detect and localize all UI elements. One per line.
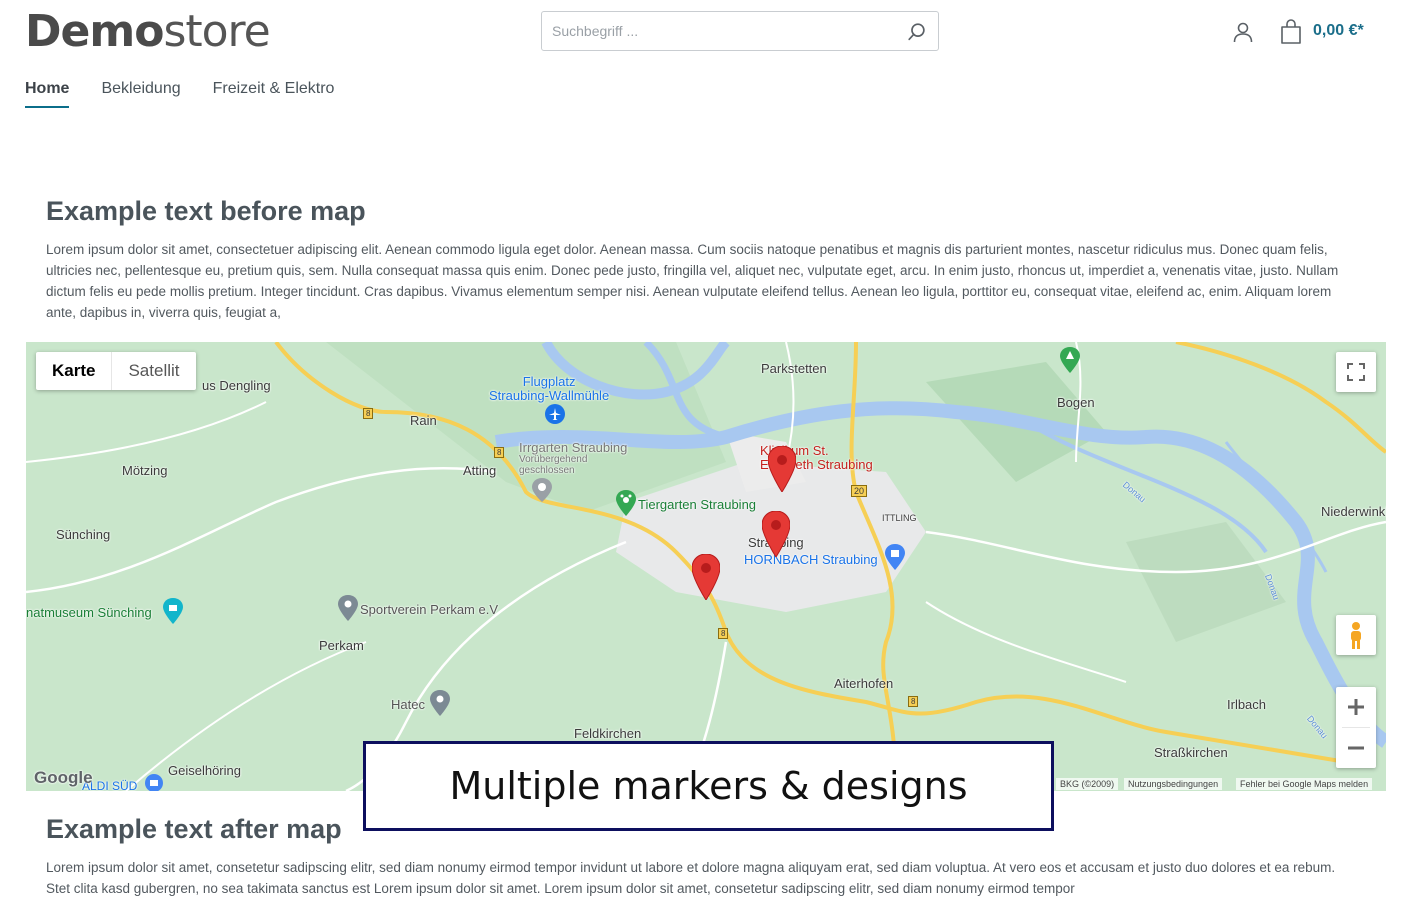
map-label: Irlbach (1227, 697, 1267, 712)
map-label: Parkstetten (761, 361, 827, 376)
map-type-satellit[interactable]: Satellit (112, 352, 195, 390)
map-marker-icon[interactable] (692, 554, 720, 600)
account-icon[interactable] (1231, 20, 1255, 44)
text-after-map: Lorem ipsum dolor sit amet, consetetur s… (46, 860, 1336, 896)
map-label: Atting (463, 463, 497, 478)
road-shield: 8 (363, 408, 374, 419)
place-pin-icon[interactable] (430, 690, 450, 716)
shopping-pin-icon[interactable] (885, 544, 905, 570)
search-box (541, 11, 939, 51)
street-view-button[interactable] (1336, 615, 1376, 655)
map-label: Flugplatz Straubing-Wallmühle (489, 374, 610, 403)
nav-item-home[interactable]: Home (25, 80, 70, 108)
map-marker-icon[interactable] (762, 511, 790, 557)
road-shield: 20 (851, 485, 868, 497)
shop-icon[interactable] (145, 774, 163, 791)
map-label: ITTLING (882, 513, 917, 523)
map-label: Irrgarten Straubing (519, 440, 628, 455)
map-label: Vorübergehend geschlossen (519, 454, 588, 476)
attraction-pin-icon[interactable] (532, 478, 552, 502)
map-terms-link[interactable]: Nutzungsbedingungen (1124, 778, 1223, 790)
map-label: us Dengling (202, 378, 271, 393)
fullscreen-button[interactable] (1336, 352, 1376, 392)
zoom-control (1336, 687, 1376, 768)
nav-item-freizeit-elektro[interactable]: Freizeit & Elektro (213, 80, 335, 108)
text-before-map: Lorem ipsum dolor sit amet, consectetuer… (46, 242, 1339, 320)
map-label: Mötzing (122, 463, 168, 478)
map-label: Bogen (1057, 395, 1095, 410)
store-logo[interactable]: Demostore (25, 6, 271, 57)
search-input[interactable] (550, 22, 894, 40)
museum-pin-icon[interactable] (163, 598, 183, 624)
google-map[interactable]: 8 8 20 8 8 us Dengling Flugplatz Straubi… (26, 342, 1386, 791)
map-type-control: Karte Satellit (36, 352, 196, 390)
map-label: Hatec (391, 697, 425, 712)
park-pin-icon[interactable] (1060, 347, 1080, 373)
map-label: natmuseum Sünching (26, 605, 152, 620)
cart-total[interactable]: 0,00 €* (1313, 22, 1364, 40)
road-shield: 8 (494, 447, 505, 458)
map-label: Sünching (56, 527, 111, 542)
map-label: Sportverein Perkam e.V (360, 602, 499, 617)
heading-before-map: Example text before map (46, 196, 366, 226)
feature-caption: Multiple markers & designs (363, 741, 1054, 831)
main-navigation: Home Bekleidung Freizeit & Elektro (25, 80, 334, 108)
pegman-icon (1351, 622, 1361, 649)
map-label: Rain (410, 413, 437, 428)
fullscreen-icon (1347, 363, 1365, 381)
road-shield: 8 (908, 696, 919, 707)
google-logo[interactable]: Google (34, 768, 93, 788)
map-marker-icon[interactable] (768, 446, 796, 492)
map-label: Straßkirchen (1154, 745, 1228, 760)
zoo-pin-icon[interactable] (616, 490, 636, 516)
map-label: Geiselhöring (168, 763, 241, 778)
search-icon[interactable] (906, 21, 928, 43)
site-header: Demostore 0,00 €* Home Bekleidung Freize… (0, 0, 1419, 130)
map-label: Niederwinkl (1321, 504, 1386, 519)
map-label: Perkam (319, 638, 364, 653)
heading-after-map: Example text after map (46, 814, 342, 844)
map-attribution: BKG (©2009) (1056, 778, 1119, 790)
map-report-link[interactable]: Fehler bei Google Maps melden (1236, 778, 1373, 790)
road-shield: 8 (718, 628, 729, 639)
map-label: Feldkirchen (574, 726, 642, 741)
zoom-in-icon[interactable] (1336, 687, 1376, 727)
airport-icon[interactable] (545, 404, 565, 424)
map-label: Tiergarten Straubing (638, 497, 757, 512)
nav-item-bekleidung[interactable]: Bekleidung (101, 80, 180, 108)
place-pin-icon[interactable] (338, 595, 358, 621)
map-type-karte[interactable]: Karte (36, 352, 113, 390)
map-label: Aiterhofen (834, 676, 894, 691)
cart-icon[interactable] (1279, 19, 1303, 45)
zoom-out-icon[interactable] (1336, 728, 1376, 768)
